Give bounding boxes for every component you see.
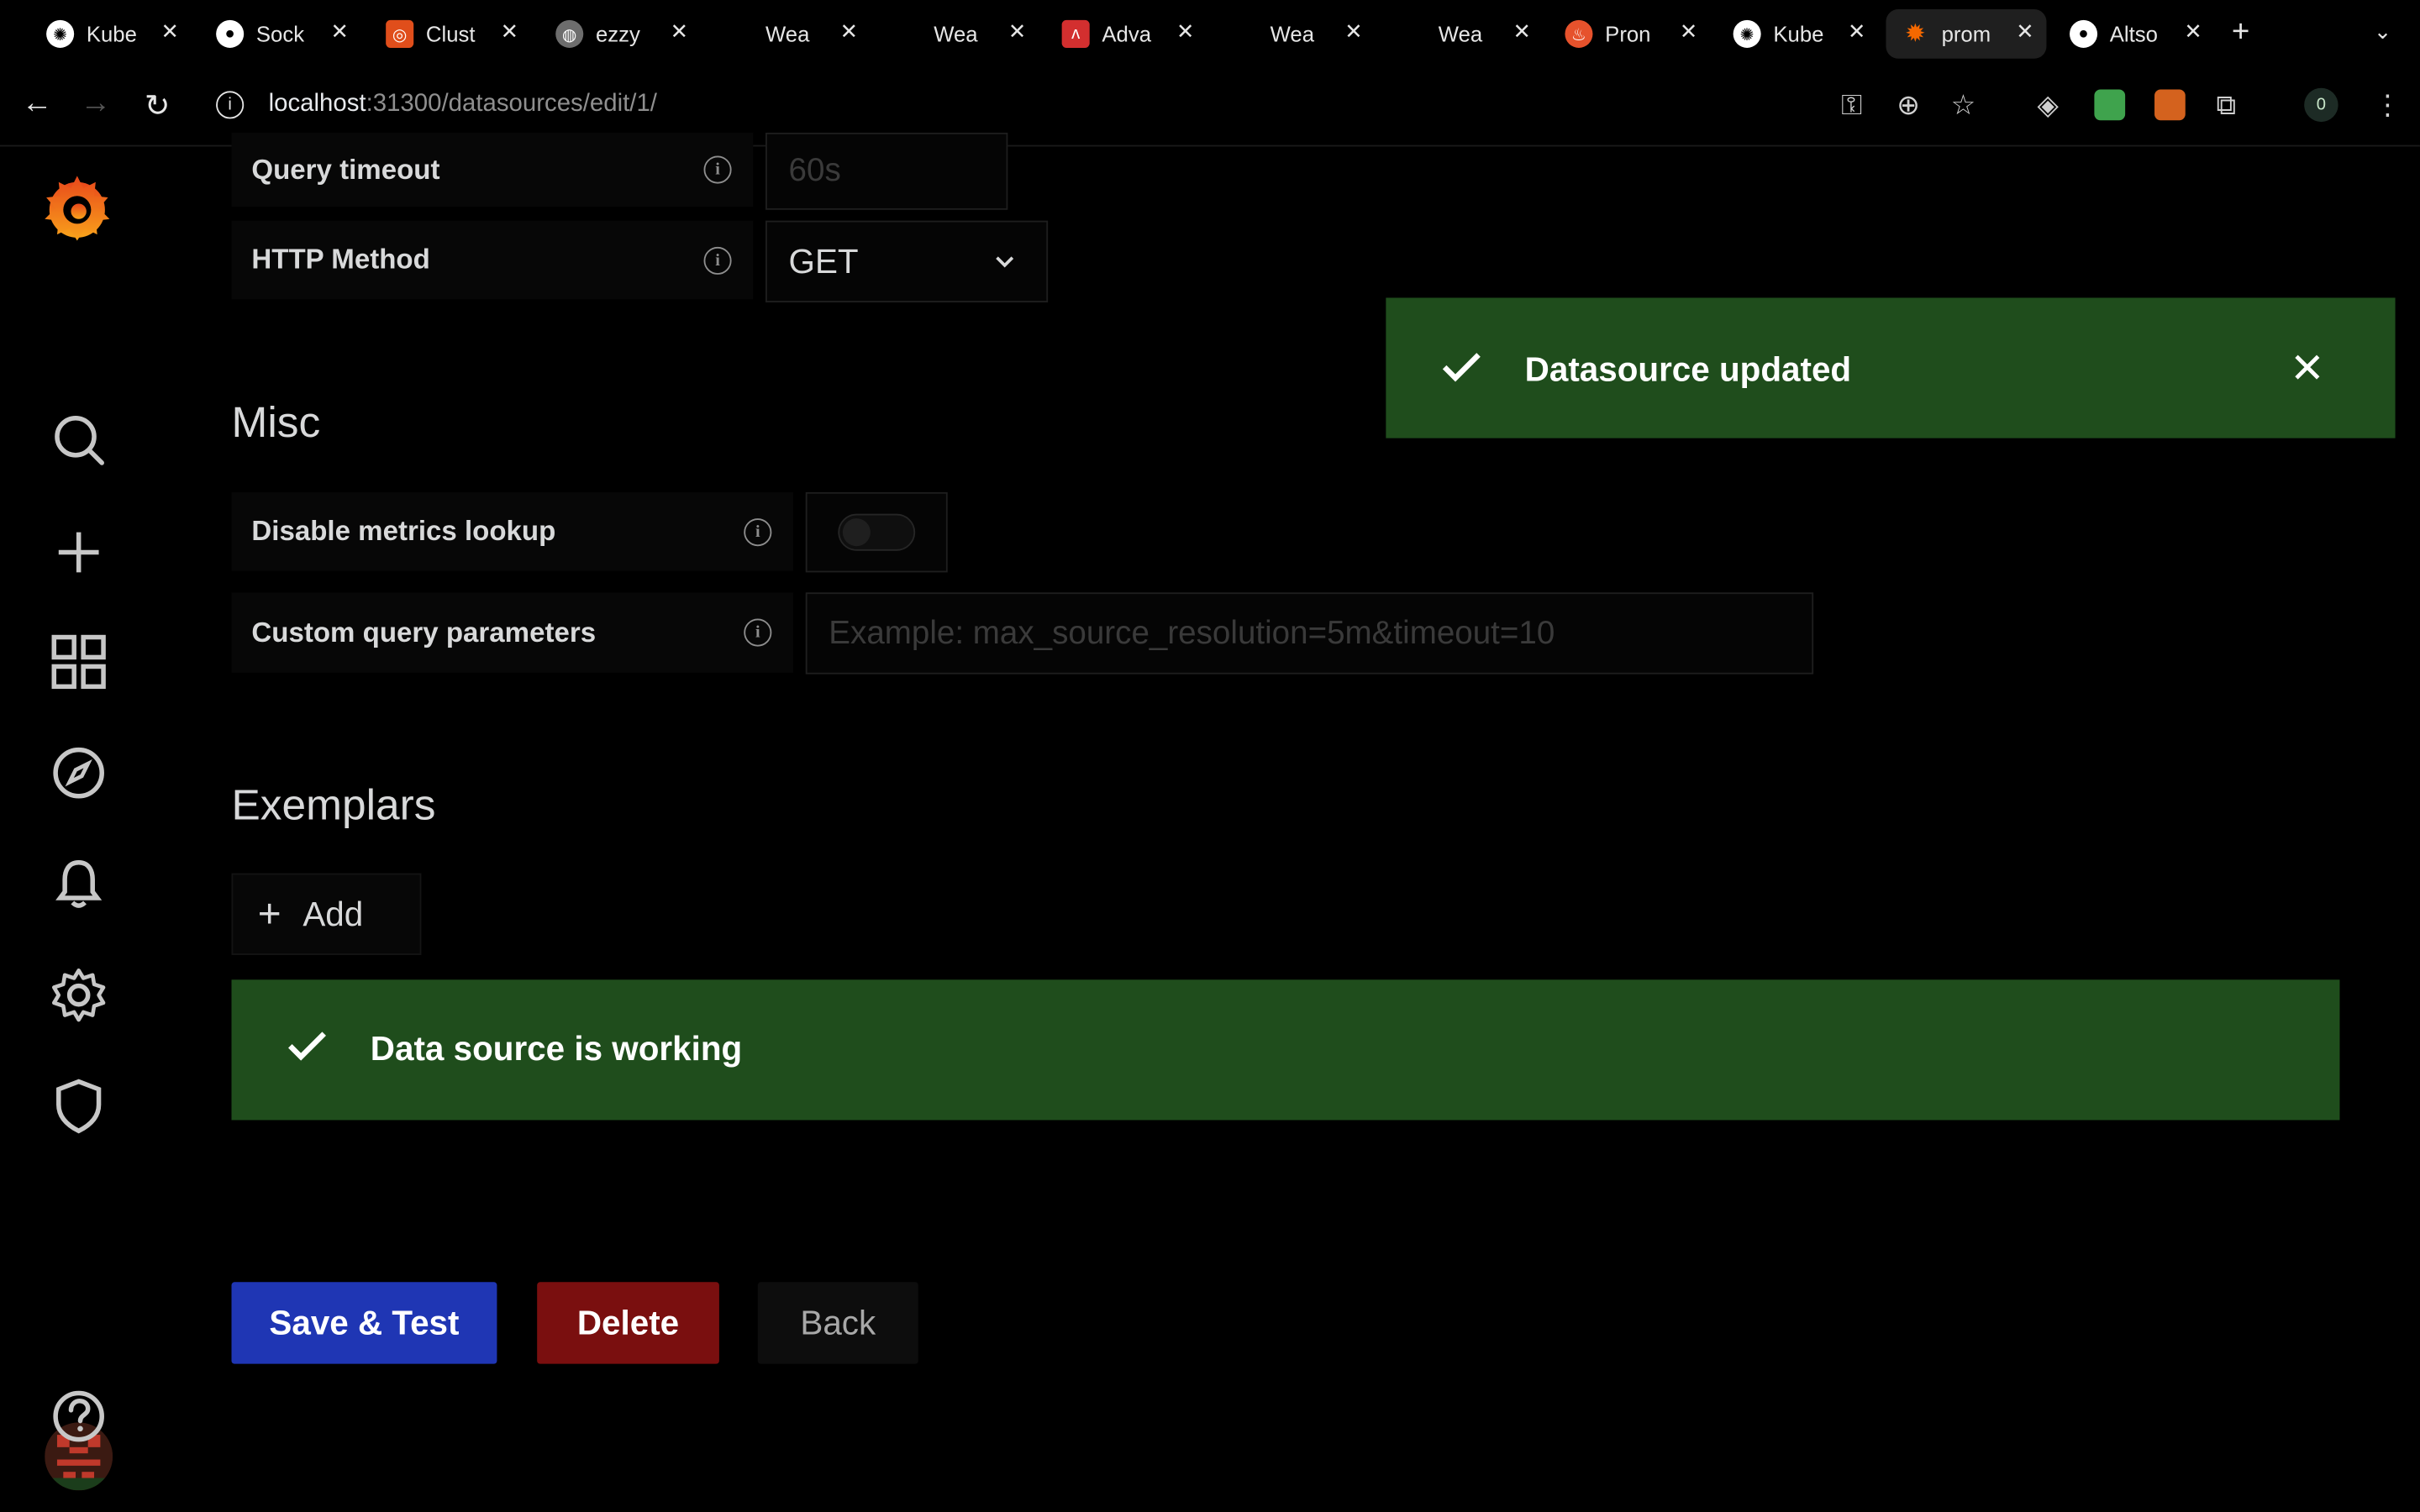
url-text[interactable]: localhost:31300/datasources/edit/1/ [269,91,657,118]
back-arrow-icon[interactable]: ← [18,87,55,122]
openai-icon: ✺ [46,19,75,48]
alerting-bell-icon[interactable] [50,855,108,914]
github-icon: ● [216,19,245,48]
close-icon[interactable] [2293,354,2321,381]
browser-tab[interactable]: Wea ✕ [710,9,871,59]
disable-metrics-lookup-label: Disable metrics lookup [231,491,794,571]
grafana-logo-icon[interactable] [42,173,113,244]
close-tab-icon[interactable]: ✕ [501,18,519,45]
close-tab-icon[interactable]: ✕ [2184,18,2202,45]
plus-icon: + [257,890,281,937]
explore-compass-icon[interactable] [50,743,108,802]
password-key-icon[interactable]: ⚿ [1841,90,1862,123]
profile-badge[interactable]: 0 [2304,87,2338,123]
browser-tab[interactable]: Wea ✕ [1214,9,1375,59]
close-tab-icon[interactable]: ✕ [1680,18,1698,45]
close-tab-icon[interactable]: ✕ [1008,18,1027,45]
configuration-gear-icon[interactable] [50,966,108,1025]
save-and-test-button[interactable]: Save & Test [231,1282,497,1364]
check-icon [288,1032,326,1061]
back-button[interactable]: Back [757,1282,918,1364]
menu-kebab-icon[interactable]: ⋮ [2374,90,2402,123]
grafana-orange-icon: ◎ [386,19,414,48]
metamask-fox-icon[interactable] [2154,89,2186,121]
browser-tab[interactable]: ✺ Kube ✕ [1718,9,1878,59]
prometheus-icon: ♨ [1565,19,1593,48]
misc-section-title: Misc [231,397,321,446]
chevron-down-icon[interactable]: ⌄ [2374,18,2392,45]
address-bar[interactable]: i localhost:31300/datasources/edit/1/ [197,77,1810,133]
grafana-sidebar [0,146,155,1512]
zoom-icon[interactable]: ⊕ [1897,90,1920,123]
extension-green-icon[interactable] [2094,89,2126,121]
chevron-down-icon [996,256,1014,268]
grafana-icon: ✹ [1905,21,1926,48]
delete-button[interactable]: Delete [537,1282,719,1364]
close-tab-icon[interactable]: ✕ [1344,18,1363,45]
search-icon[interactable] [50,411,108,470]
add-exemplar-button[interactable]: + Add [231,873,422,955]
extensions-puzzle-icon[interactable]: ⧉ [2217,90,2237,123]
toggle-knob [842,518,871,547]
close-tab-icon[interactable]: ✕ [2016,18,2034,45]
extension-diamond-icon[interactable]: ◈ [2037,90,2058,123]
globe-icon: ◍ [555,19,584,48]
bookmark-star-icon[interactable]: ☆ [1951,90,1976,123]
browser-tab[interactable]: Wea ✕ [1383,9,1544,59]
close-tab-icon[interactable]: ✕ [671,18,689,45]
datasource-updated-toast: Datasource updated [1386,297,2396,438]
close-tab-icon[interactable]: ✕ [840,18,859,45]
browser-tab[interactable]: Wea ✕ [878,9,1039,59]
close-tab-icon[interactable]: ✕ [161,18,180,45]
info-icon[interactable]: i [703,246,732,275]
help-question-icon[interactable] [50,1387,108,1446]
forward-arrow-icon[interactable]: → [77,87,114,122]
red-app-icon: ʌ [1061,19,1090,48]
browser-tab[interactable]: ● Sock ✕ [201,9,361,59]
info-icon[interactable]: i [744,618,772,647]
openai-icon: ✺ [1733,19,1761,48]
dashboards-grid-icon[interactable] [50,633,108,691]
disable-metrics-toggle-container [805,491,948,573]
plus-icon[interactable] [50,523,108,582]
http-method-label: HTTP Method [231,220,754,300]
browser-tab-strip: ✺ Kube ✕ ● Sock ✕ ◎ Clust ✕ ◍ ezzy ✕ Wea… [0,0,2420,68]
browser-tab[interactable]: ♨ Pron ✕ [1549,9,1710,59]
browser-tab-active[interactable]: ✹ prom ✕ [1886,9,2047,59]
close-tab-icon[interactable]: ✕ [1176,18,1195,45]
disable-metrics-toggle[interactable] [838,513,916,551]
site-info-icon[interactable]: i [216,91,245,119]
custom-query-parameters-label: Custom query parameters [231,592,794,673]
browser-tab[interactable]: ʌ Adva ✕ [1046,9,1207,59]
custom-query-parameters-input[interactable]: Example: max_source_resolution=5m&timeou… [805,592,1814,675]
query-timeout-label: Query timeout [231,132,754,207]
close-tab-icon[interactable]: ✕ [331,18,350,45]
close-tab-icon[interactable]: ✕ [1848,18,1866,45]
reload-icon[interactable]: ↻ [139,87,176,125]
query-timeout-input[interactable]: 60s [765,132,1008,210]
browser-tab[interactable]: ◎ Clust ✕ [371,9,531,59]
browser-tab[interactable]: ◍ ezzy ✕ [540,9,701,59]
browser-tab[interactable]: ✺ Kube ✕ [31,9,192,59]
new-tab-icon[interactable]: + [2232,15,2249,50]
http-method-select[interactable]: GET [765,220,1049,302]
github-icon: ● [2070,19,2098,48]
close-tab-icon[interactable]: ✕ [1512,18,1531,45]
check-icon [1442,353,1481,382]
browser-tab[interactable]: ● Altso ✕ [2054,9,2215,59]
exemplars-section-title: Exemplars [231,780,436,829]
data-source-working-alert: Data source is working [231,979,2340,1121]
server-admin-shield-icon[interactable] [50,1077,108,1136]
info-icon[interactable]: i [744,518,772,547]
info-icon[interactable]: i [703,155,732,184]
